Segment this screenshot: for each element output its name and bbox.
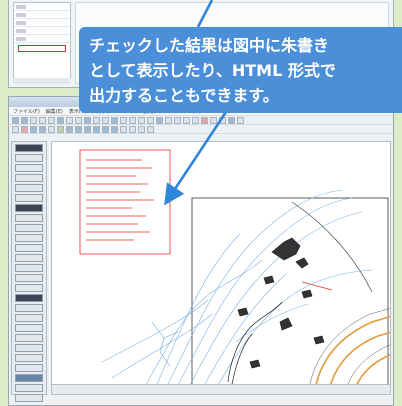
arrow-up-line xyxy=(196,0,214,28)
callout-line-1: チェックした結果は図中に朱書き xyxy=(89,36,330,55)
callout-line-2: として表示したり、HTML 形式で xyxy=(89,61,336,80)
explanation-callout: チェックした結果は図中に朱書き として表示したり、HTML 形式で 出力すること… xyxy=(79,27,402,113)
callout-line-3: 出力することもできます。 xyxy=(89,86,279,105)
arrow-down-icon xyxy=(164,111,228,206)
